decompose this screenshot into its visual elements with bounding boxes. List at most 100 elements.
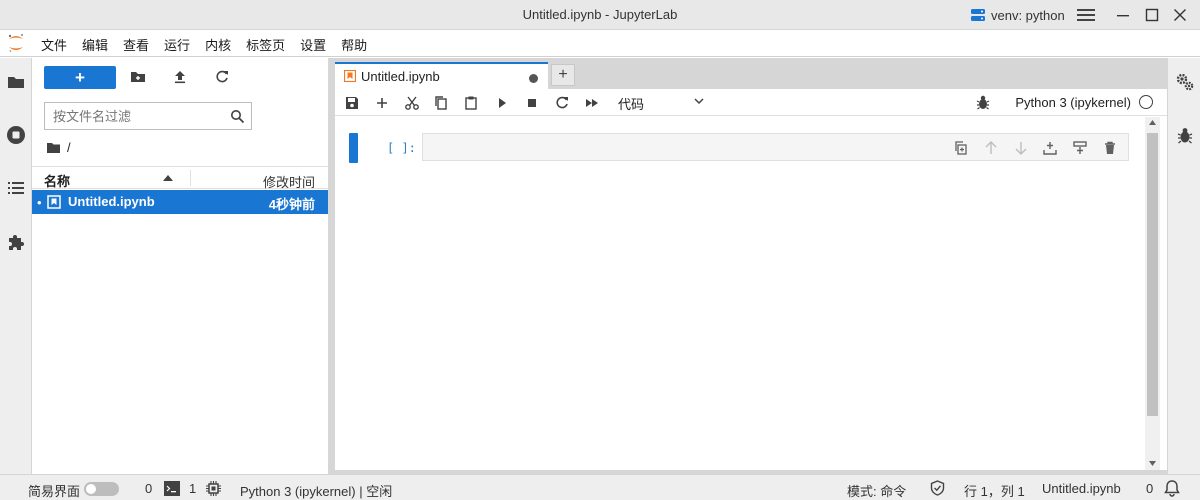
server-icon [971, 9, 985, 21]
shield-check-icon[interactable] [930, 480, 945, 496]
notebook-panel: 代码 Python 3 (ipykernel) [ ]: [335, 89, 1167, 470]
document-tab-bar: Untitled.ipynb + [335, 58, 1167, 89]
notebook-scrollbar[interactable] [1145, 117, 1160, 470]
extensions-tab[interactable] [6, 232, 26, 252]
menu-tabs[interactable]: 标签页 [246, 35, 285, 54]
tab-untitled-notebook[interactable]: Untitled.ipynb [335, 62, 548, 89]
cursor-position[interactable]: 行 1，列 1 [964, 481, 1025, 500]
insert-below-icon[interactable] [1072, 140, 1088, 156]
menu-bar: 文件 编辑 查看 运行 内核 标签页 设置 帮助 [0, 30, 1200, 57]
notebook-icon [344, 70, 356, 82]
maximize-icon[interactable] [1143, 6, 1161, 24]
copy-icon[interactable] [433, 95, 449, 111]
file-modified: 4秒钟前 [268, 197, 315, 212]
status-bar: 简易界面 0 1 Python 3 (ipykernel) | 空闲 模式: 命… [0, 474, 1200, 500]
new-launcher-button[interactable]: + [44, 66, 116, 89]
file-list-header: 名称 修改时间 [32, 166, 328, 191]
notebook-toolbar: 代码 Python 3 (ipykernel) [335, 89, 1167, 116]
scrollbar-thumb[interactable] [1147, 133, 1158, 416]
menu-view[interactable]: 查看 [123, 35, 149, 54]
menu-edit[interactable]: 编辑 [82, 35, 108, 54]
insert-above-icon[interactable] [1042, 140, 1058, 156]
cut-icon[interactable] [404, 95, 420, 111]
debugger-panel-tab[interactable] [1175, 125, 1195, 145]
kernel-idle-indicator [1139, 95, 1153, 109]
file-list-item[interactable]: • Untitled.ipynb 4秒钟前 [32, 190, 328, 214]
menu-file[interactable]: 文件 [41, 35, 67, 54]
delete-cell-icon[interactable] [1102, 140, 1118, 156]
kernels-count[interactable]: 1 [189, 481, 196, 496]
panel-splitter[interactable] [328, 58, 335, 474]
env-label: venv: python [991, 7, 1065, 23]
menu-run[interactable]: 运行 [164, 35, 190, 54]
notifications-count[interactable]: 0 [1146, 481, 1153, 496]
fast-forward-icon[interactable] [584, 95, 600, 111]
unsaved-indicator[interactable] [529, 74, 538, 83]
minimize-icon[interactable] [1114, 6, 1132, 24]
notebook-icon [47, 195, 61, 209]
simple-mode-toggle[interactable] [84, 482, 119, 496]
run-icon[interactable] [494, 95, 510, 111]
file-filter-box [44, 102, 252, 130]
debugger-icon[interactable] [976, 95, 990, 110]
toggle-knob [86, 484, 96, 494]
new-tab-button[interactable]: + [551, 64, 575, 86]
running-indicator: • [37, 195, 42, 210]
duplicate-cell-icon[interactable] [953, 140, 969, 156]
column-divider[interactable] [190, 170, 191, 186]
upload-icon[interactable] [172, 69, 188, 85]
new-folder-icon[interactable] [130, 69, 146, 85]
move-down-icon[interactable] [1013, 140, 1029, 156]
sort-ascending-icon [163, 175, 173, 181]
mode-indicator: 模式: 命令 [847, 484, 907, 499]
file-browser-tab[interactable] [6, 72, 26, 92]
window-titlebar: Untitled.ipynb - JupyterLab venv: python [0, 0, 1200, 30]
table-of-contents-tab[interactable] [6, 178, 26, 198]
chip-icon[interactable] [206, 481, 221, 496]
terminal-icon[interactable] [164, 481, 180, 496]
cell-type-dropdown[interactable]: 代码 [618, 94, 704, 112]
main-area: Untitled.ipynb + 代码 Python 3 (ipykernel)… [335, 58, 1167, 474]
breadcrumb: / [46, 140, 71, 155]
restart-icon[interactable] [554, 95, 570, 111]
hamburger-menu-icon[interactable] [1077, 7, 1095, 23]
insert-cell-icon[interactable] [374, 95, 390, 111]
column-modified-header[interactable]: 修改时间 [263, 172, 315, 191]
breadcrumb-root[interactable]: / [67, 140, 71, 155]
running-sessions-tab[interactable] [6, 125, 26, 145]
stop-icon[interactable] [524, 95, 540, 111]
paste-icon[interactable] [463, 95, 479, 111]
bug-icon [1177, 127, 1193, 144]
code-cell[interactable]: [ ]: [349, 133, 1129, 163]
right-sidebar [1167, 58, 1200, 474]
menu-help[interactable]: 帮助 [341, 35, 367, 54]
status-filename: Untitled.ipynb [1042, 481, 1121, 496]
move-up-icon[interactable] [983, 140, 999, 156]
cell-collapser[interactable] [349, 133, 358, 163]
kernel-name[interactable]: Python 3 (ipykernel) [1015, 95, 1131, 110]
cell-editor[interactable] [422, 133, 1129, 161]
terminals-count[interactable]: 0 [145, 481, 152, 496]
column-name-header[interactable]: 名称 [44, 171, 70, 190]
kernel-status-text[interactable]: Python 3 (ipykernel) | 空闲 [240, 481, 392, 500]
folder-icon [8, 77, 24, 88]
menu-kernel[interactable]: 内核 [205, 35, 231, 54]
search-icon [231, 110, 245, 124]
bell-icon[interactable] [1163, 479, 1181, 497]
refresh-icon[interactable] [214, 69, 230, 85]
cell-prompt: [ ]: [387, 141, 416, 155]
list-icon [8, 182, 24, 194]
scroll-up-icon[interactable] [1149, 120, 1156, 125]
close-icon[interactable] [1171, 6, 1189, 24]
jupyter-logo-icon [8, 34, 23, 52]
chevron-down-icon [694, 98, 704, 105]
menu-settings[interactable]: 设置 [300, 35, 326, 54]
file-browser-toolbar: + [32, 58, 328, 98]
file-filter-input[interactable] [53, 108, 223, 124]
stop-circle-icon [7, 126, 25, 144]
save-icon[interactable] [344, 95, 360, 111]
folder-icon[interactable] [46, 141, 61, 154]
env-selector[interactable]: venv: python [970, 5, 1065, 25]
property-inspector-tab[interactable] [1175, 72, 1195, 92]
scroll-down-icon[interactable] [1149, 461, 1156, 466]
